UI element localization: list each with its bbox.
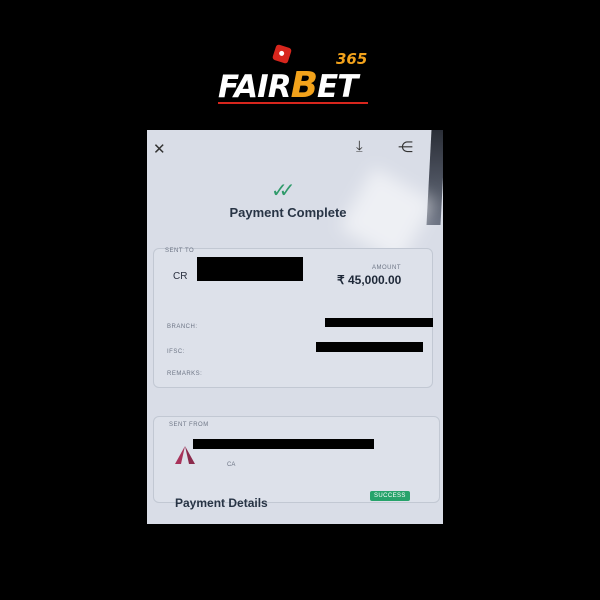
fairbet365-logo: 365 FAIRBET	[218, 43, 378, 106]
remarks-label: REMARKS:	[167, 371, 203, 377]
amount-label: AMOUNT	[372, 265, 401, 271]
check-icon: ✓✓	[271, 180, 295, 202]
account-type: CA	[227, 462, 236, 468]
recipient-name-prefix: CR	[173, 271, 188, 282]
status-badge: SUCCESS	[370, 491, 410, 501]
payment-screen: ✕ ⤓ ⋲ ✓✓ Payment Complete SENT TO CR AMO…	[147, 130, 443, 524]
payment-status-title: Payment Complete	[229, 205, 347, 220]
close-icon[interactable]: ✕	[153, 140, 166, 158]
redacted-recipient	[197, 257, 303, 281]
sent-from-label: SENT FROM	[169, 422, 209, 428]
logo-wordmark: FAIRBET	[218, 65, 358, 106]
sent-from-card	[153, 416, 440, 503]
bank-logo-icon	[175, 446, 195, 464]
share-icon[interactable]: ⋲	[398, 138, 413, 156]
ifsc-label: IFSC:	[167, 349, 185, 355]
redacted-branch	[325, 318, 433, 327]
redacted-ifsc	[316, 342, 423, 352]
logo-underline	[218, 102, 368, 104]
sent-to-label: SENT TO	[165, 248, 195, 254]
dice-icon	[271, 43, 293, 65]
redacted-sender	[193, 439, 374, 449]
payment-details-heading: Payment Details	[175, 496, 268, 510]
logo-365: 365	[336, 50, 368, 68]
amount-value: ₹ 45,000.00	[337, 273, 402, 287]
download-icon[interactable]: ⤓	[356, 138, 363, 155]
branch-label: BRANCH:	[167, 324, 198, 330]
